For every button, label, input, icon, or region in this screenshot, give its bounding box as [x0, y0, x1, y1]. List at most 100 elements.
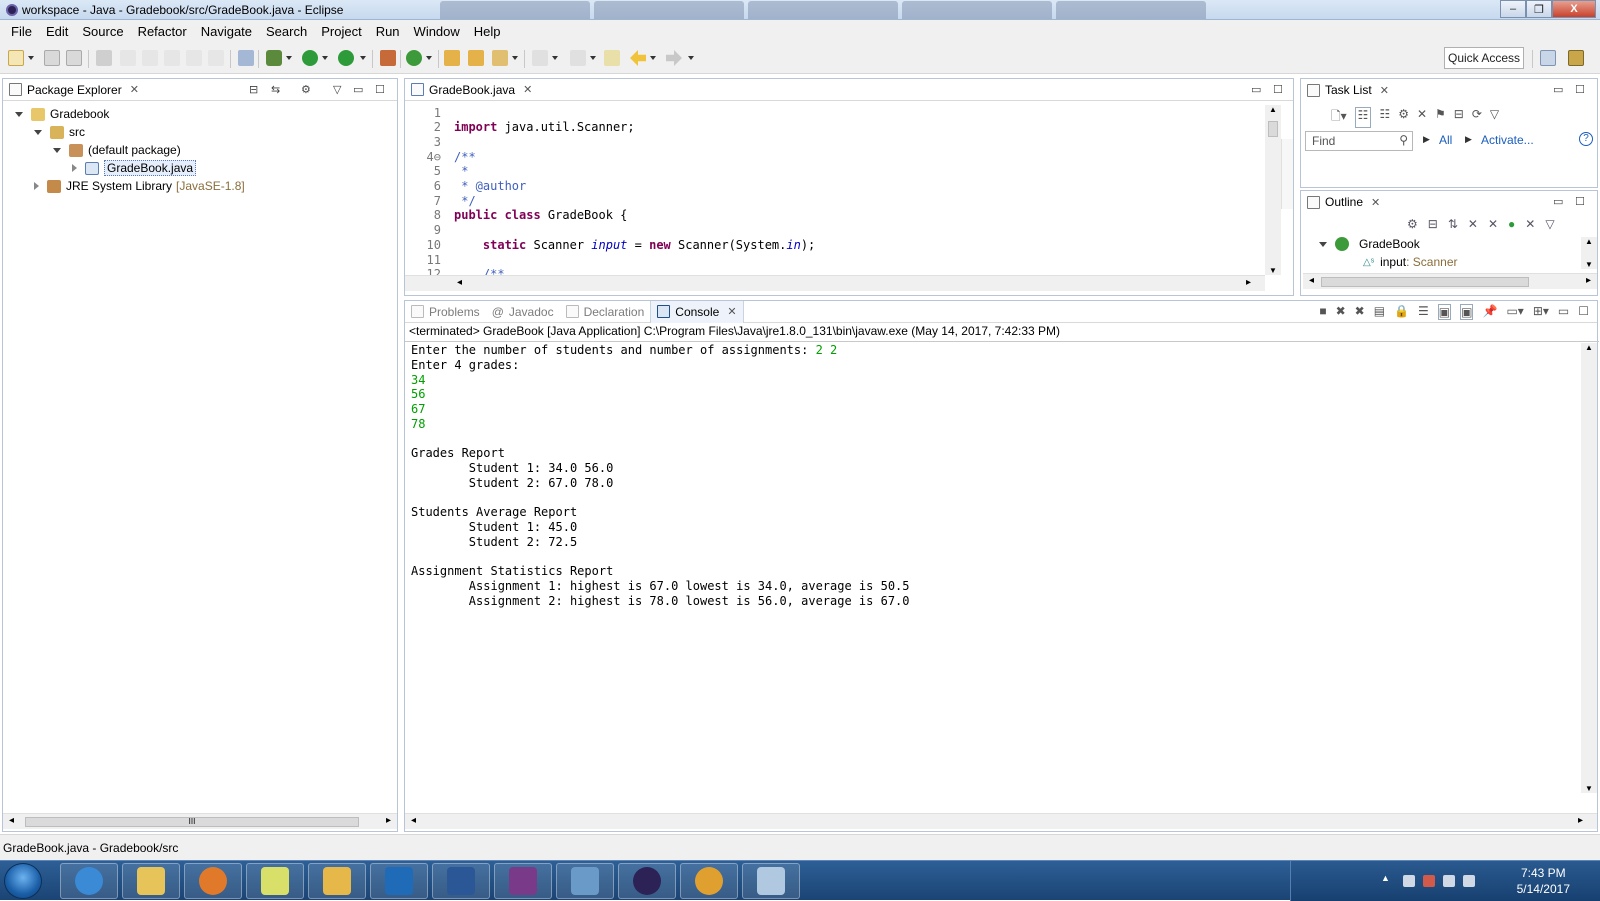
- scroll-lock-icon[interactable]: 🔒: [1394, 304, 1409, 320]
- outline-hscrollbar[interactable]: ◂ ▸: [1303, 273, 1597, 289]
- tab-task-list[interactable]: Task List ✕: [1301, 79, 1395, 101]
- code-line[interactable]: 9: [405, 223, 454, 238]
- forward-arrow-icon[interactable]: [666, 50, 682, 66]
- collapse-icon[interactable]: [53, 147, 61, 153]
- block-selection-icon[interactable]: [186, 50, 202, 66]
- expand-icon[interactable]: [1319, 241, 1327, 247]
- next-annotation-icon[interactable]: [142, 50, 158, 66]
- skip-breakpoints-icon[interactable]: [238, 50, 254, 66]
- taskbar-app[interactable]: [556, 863, 614, 899]
- hide-completed-icon[interactable]: ⚙: [1398, 107, 1409, 128]
- next-edit-icon[interactable]: [532, 50, 548, 66]
- sort-icon[interactable]: ⇅: [1448, 217, 1458, 231]
- new-java-class-icon[interactable]: [406, 50, 422, 66]
- taskbar-app[interactable]: [680, 863, 738, 899]
- last-edit-location-icon[interactable]: [604, 50, 620, 66]
- quick-access-input[interactable]: Quick Access: [1444, 47, 1524, 69]
- code-line[interactable]: 5 *: [405, 164, 469, 179]
- minimize-button[interactable]: –: [1500, 0, 1526, 18]
- hide-static-icon[interactable]: ✕: [1488, 217, 1498, 231]
- maximize-view-icon[interactable]: ☐: [1578, 304, 1589, 320]
- collapse-icon[interactable]: [15, 111, 23, 117]
- menu-refactor[interactable]: Refactor: [131, 24, 194, 39]
- taskbar-app[interactable]: [370, 863, 428, 899]
- minimize-view-icon[interactable]: ▭: [1553, 83, 1563, 96]
- code-editor[interactable]: 1 2 import java.util.Scanner; 3 4⊖/** 5 * 6 * …: [405, 105, 1265, 276]
- maximize-view-icon[interactable]: ☐: [1273, 83, 1283, 96]
- java-perspective-icon[interactable]: [1568, 50, 1584, 66]
- focus-workweek-icon[interactable]: ⚑: [1435, 107, 1446, 128]
- tab-console[interactable]: Console ✕: [650, 300, 744, 323]
- terminate-icon[interactable]: ■: [1319, 304, 1326, 320]
- minimize-view-icon[interactable]: ▭: [1558, 304, 1569, 320]
- categorized-icon[interactable]: ☷: [1354, 107, 1372, 128]
- close-tab-icon[interactable]: ✕: [523, 83, 532, 96]
- taskbar-app[interactable]: [494, 863, 552, 899]
- search-icon[interactable]: ⚲: [1399, 133, 1408, 147]
- security-icon[interactable]: [1423, 875, 1435, 887]
- tree-item[interactable]: Gradebook: [15, 105, 109, 123]
- code-line[interactable]: 11: [405, 252, 454, 267]
- action-center-icon[interactable]: [1403, 875, 1415, 887]
- new-java-package-icon[interactable]: [380, 50, 396, 66]
- code-line[interactable]: 12 /**: [405, 267, 505, 275]
- code-line[interactable]: 10 static Scanner input = new Scanner(Sy…: [405, 237, 816, 252]
- console-output[interactable]: Enter the number of students and number …: [405, 343, 1581, 793]
- taskbar-app[interactable]: [308, 863, 366, 899]
- tab-outline[interactable]: Outline ✕: [1301, 191, 1386, 213]
- new-task-icon[interactable]: 🗋▾: [1331, 107, 1347, 128]
- taskbar-app[interactable]: [184, 863, 242, 899]
- tree-item[interactable]: JRE System Library [JavaSE-1.8]: [34, 177, 245, 195]
- collapse-all-icon[interactable]: ⊟: [249, 83, 258, 96]
- console-vscrollbar[interactable]: ▲ ▼: [1581, 343, 1597, 793]
- find-input[interactable]: Find ⚲: [1305, 131, 1413, 151]
- close-tab-icon[interactable]: ✕: [1371, 196, 1380, 209]
- tab-javadoc[interactable]: @ Javadoc: [486, 301, 560, 323]
- collapse-all-icon[interactable]: ⊟: [1454, 107, 1464, 128]
- filter-icon[interactable]: ✕: [1417, 107, 1427, 128]
- editor-hscrollbar[interactable]: ◂ ▸: [405, 275, 1265, 291]
- tab-declaration[interactable]: Declaration: [560, 301, 651, 323]
- scroll-thumb[interactable]: III: [25, 817, 359, 827]
- scroll-thumb[interactable]: [1321, 277, 1529, 287]
- code-line[interactable]: 6 * @author: [405, 179, 526, 194]
- scheduled-icon[interactable]: ☷: [1379, 107, 1390, 128]
- taskbar-app[interactable]: [246, 863, 304, 899]
- network-icon[interactable]: [1443, 875, 1455, 887]
- minimize-view-icon[interactable]: ▭: [1251, 83, 1261, 96]
- menu-search[interactable]: Search: [259, 24, 314, 39]
- maximize-view-icon[interactable]: ☐: [1575, 83, 1585, 96]
- outline-vscrollbar[interactable]: ▲ ▼: [1581, 237, 1597, 269]
- close-tab-icon[interactable]: ✕: [130, 83, 139, 96]
- collapse-all-icon[interactable]: ⊟: [1428, 217, 1438, 231]
- window-title-bar[interactable]: workspace - Java - Gradebook/src/GradeBo…: [0, 0, 1600, 20]
- volume-icon[interactable]: [1463, 875, 1475, 887]
- tab-gradebook-java[interactable]: GradeBook.java ✕: [405, 79, 538, 101]
- expand-icon[interactable]: [72, 164, 77, 172]
- maximize-view-icon[interactable]: ☐: [375, 83, 385, 96]
- tree-item[interactable]: src: [34, 123, 85, 141]
- show-hidden-icons-icon[interactable]: ▲: [1381, 873, 1390, 883]
- menu-run[interactable]: Run: [369, 24, 407, 39]
- outline-item-class[interactable]: GradeBook: [1319, 237, 1420, 251]
- focus-icon[interactable]: ⚙: [1407, 217, 1418, 231]
- show-on-stderr-icon[interactable]: ▣: [1460, 304, 1474, 320]
- console-hscrollbar[interactable]: ◂ ▸: [405, 813, 1597, 829]
- close-button[interactable]: X: [1552, 0, 1596, 18]
- open-type-icon[interactable]: [96, 50, 112, 66]
- code-line[interactable]: 3: [405, 134, 454, 149]
- taskbar-app[interactable]: [122, 863, 180, 899]
- code-line[interactable]: 7 */: [405, 193, 476, 208]
- windows-start-icon[interactable]: [4, 863, 42, 899]
- show-whitespace-icon[interactable]: [208, 50, 224, 66]
- minimize-view-icon[interactable]: ▭: [353, 83, 363, 96]
- help-icon[interactable]: ?: [1579, 132, 1593, 146]
- view-menu-filter-icon[interactable]: ⚙: [301, 83, 311, 96]
- open-perspective-icon[interactable]: [1540, 50, 1556, 66]
- save-all-icon[interactable]: [66, 50, 82, 66]
- package-explorer-hscrollbar[interactable]: ◂ III ▸: [3, 813, 397, 829]
- link-with-editor-icon[interactable]: ⇆: [271, 83, 280, 96]
- display-console-icon[interactable]: ▭▾: [1506, 304, 1523, 320]
- code-line[interactable]: 1: [405, 105, 454, 120]
- tab-package-explorer[interactable]: Package Explorer ✕: [3, 79, 145, 101]
